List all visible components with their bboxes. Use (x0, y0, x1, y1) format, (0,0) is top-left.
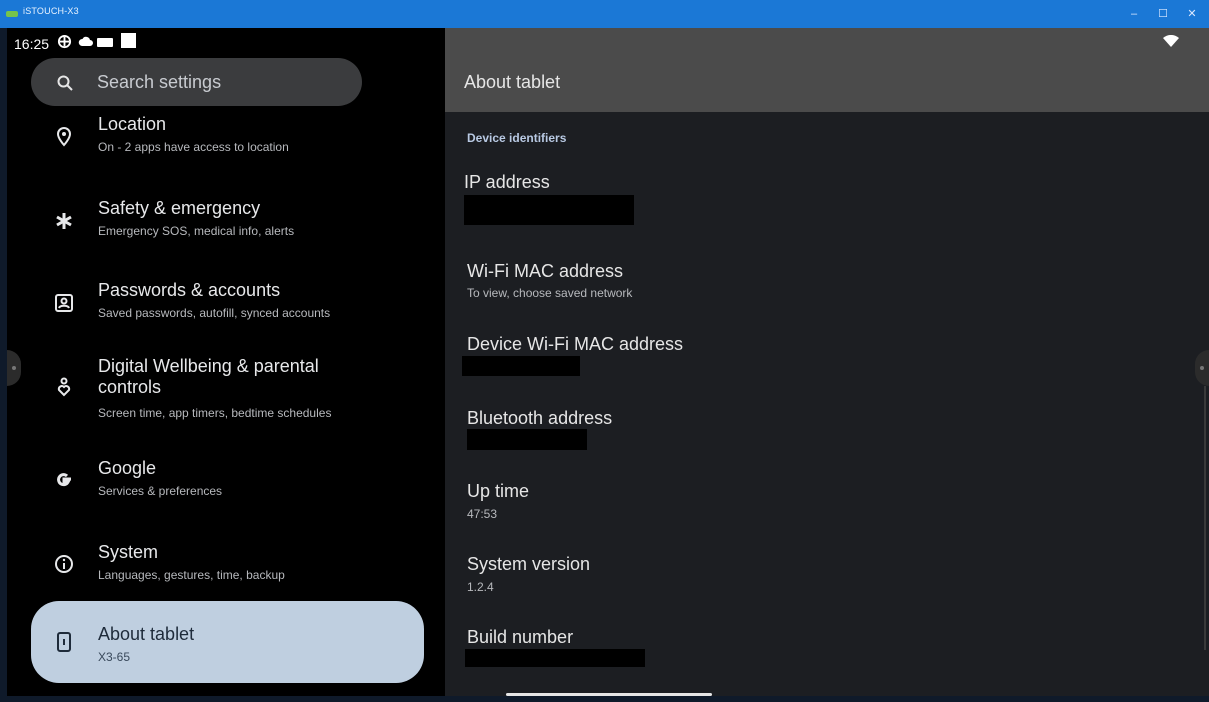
settings-item-title: About tablet (98, 624, 195, 644)
settings-item-about[interactable]: About tablet X3-65 (31, 601, 424, 683)
settings-item-title: Location (98, 114, 167, 134)
wellbeing-icon (57, 377, 71, 397)
settings-item-wellbeing[interactable]: Digital Wellbeing & parental controls Sc… (31, 356, 424, 428)
redacted-bluetooth-address (467, 429, 587, 450)
settings-item-passwords[interactable]: Passwords & accounts Saved passwords, au… (31, 280, 424, 334)
settings-item-title: System (98, 542, 159, 562)
wifi-mac-value: To view, choose saved network (467, 286, 633, 300)
search-icon (57, 75, 73, 91)
settings-item-title: Digital Wellbeing & parental controls (98, 356, 319, 397)
left-edge-dot (12, 366, 16, 370)
notification-square-icon (121, 33, 136, 48)
asterisk-icon (56, 213, 72, 229)
emulator-window: iSTOUCH-X3 – ☐ ✕ 16:25 Search settings L… (0, 0, 1209, 702)
settings-item-subtitle: On - 2 apps have access to location (98, 140, 289, 154)
google-icon (57, 473, 71, 487)
settings-item-subtitle: Saved passwords, autofill, synced accoun… (98, 306, 331, 320)
right-edge-handle[interactable] (1195, 350, 1209, 386)
settings-item-subtitle: Screen time, app timers, bedtime schedul… (98, 406, 332, 420)
account-box-icon (55, 294, 73, 312)
redacted-build-number (465, 649, 645, 667)
settings-item-subtitle: Emergency SOS, medical info, alerts (98, 224, 295, 238)
redacted-ip-address (464, 195, 634, 225)
right-edge-dot (1200, 366, 1204, 370)
about-tablet-pane: About tablet Device identifiers IP addre… (445, 28, 1209, 696)
page-title: About tablet (464, 72, 561, 92)
wifi-icon (1163, 35, 1179, 47)
location-pin-icon (56, 126, 72, 147)
ip-address-title[interactable]: IP address (464, 172, 550, 193)
settings-item-title: Passwords & accounts (98, 280, 281, 300)
tablet-icon (57, 632, 71, 652)
close-button[interactable]: ✕ (1181, 5, 1203, 23)
uptime-value: 47:53 (467, 507, 498, 521)
device-wifi-mac-title[interactable]: Device Wi-Fi MAC address (467, 334, 683, 355)
maximize-button[interactable]: ☐ (1152, 5, 1174, 23)
minimize-button[interactable]: – (1123, 5, 1145, 23)
system-version-value: 1.2.4 (467, 580, 494, 594)
scrollbar[interactable] (1204, 386, 1206, 650)
redacted-device-wifi-mac (462, 356, 580, 376)
settings-item-title: Google (98, 458, 157, 478)
settings-item-title: Safety & emergency (98, 198, 261, 218)
uptime-title[interactable]: Up time (467, 481, 529, 502)
window-title: iSTOUCH-X3 (23, 6, 79, 16)
build-number-title[interactable]: Build number (467, 627, 573, 648)
settings-item-subtitle: Languages, gestures, time, backup (98, 568, 285, 582)
about-header: About tablet (445, 28, 1209, 112)
wifi-mac-title[interactable]: Wi-Fi MAC address (467, 261, 623, 282)
app-icon (6, 11, 18, 17)
gamepad-icon (57, 34, 72, 49)
search-bar[interactable]: Search settings (31, 58, 362, 106)
section-label: Device identifiers (467, 131, 567, 145)
settings-item-subtitle: X3-65 (98, 650, 131, 664)
settings-item-subtitle: Services & preferences (98, 484, 223, 498)
settings-item-location[interactable]: Location On - 2 apps have access to loca… (31, 114, 424, 168)
settings-item-safety[interactable]: Safety & emergency Emergency SOS, medica… (31, 198, 424, 252)
gesture-nav-handle[interactable] (506, 693, 712, 696)
window-titlebar: iSTOUCH-X3 – ☐ ✕ (0, 0, 1209, 28)
battery-icon (97, 38, 113, 47)
search-placeholder: Search settings (97, 72, 222, 92)
settings-item-google[interactable]: Google Services & preferences (31, 458, 424, 512)
settings-item-system[interactable]: System Languages, gestures, time, backup (31, 542, 424, 596)
bluetooth-address-title[interactable]: Bluetooth address (467, 408, 612, 429)
info-icon (55, 555, 73, 573)
cloud-icon (78, 36, 93, 46)
status-time: 16:25 (14, 36, 50, 52)
android-screen: 16:25 Search settings Location On - 2 ap… (7, 28, 1209, 696)
settings-list-pane: 16:25 Search settings Location On - 2 ap… (7, 28, 445, 696)
system-version-title[interactable]: System version (467, 554, 590, 575)
